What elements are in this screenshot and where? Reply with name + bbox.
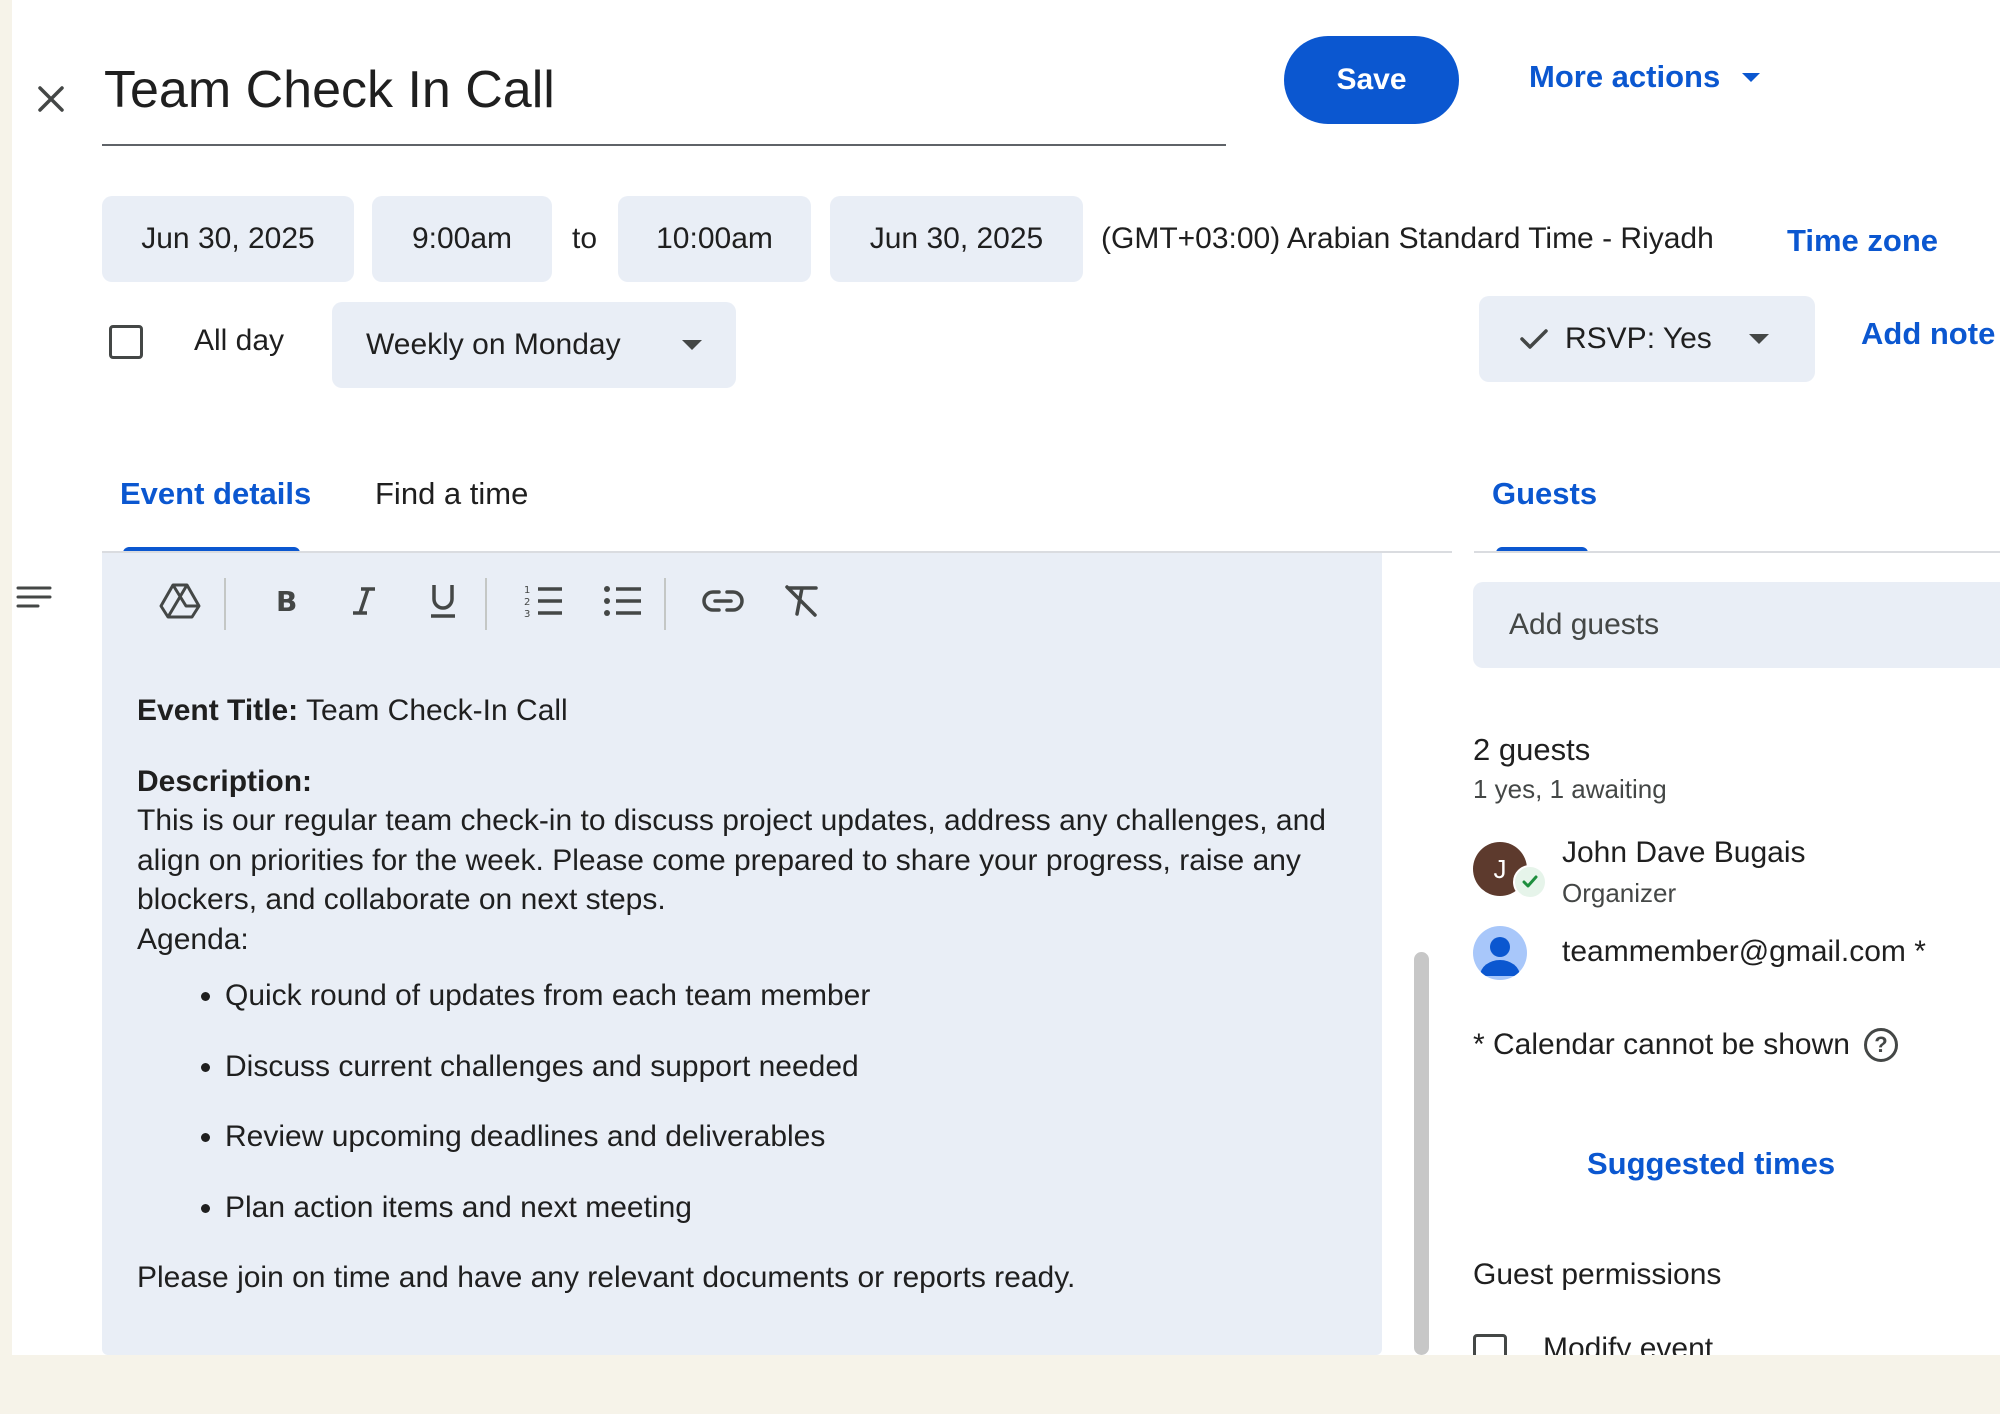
tab-find-a-time[interactable]: Find a time bbox=[375, 476, 528, 512]
calendar-note-text: * Calendar cannot be shown bbox=[1473, 1028, 1850, 1061]
end-time-picker[interactable]: 10:00am bbox=[618, 196, 811, 282]
dropdown-caret-icon bbox=[1742, 72, 1761, 82]
calendar-note: * Calendar cannot be shown ? bbox=[1473, 1028, 1898, 1062]
event-editor-panel: Team Check In Call Save More actions Jun… bbox=[12, 0, 2000, 1355]
guest-role: Organizer bbox=[1562, 878, 1677, 908]
guest-response-summary: 1 yes, 1 awaiting bbox=[1473, 774, 1667, 804]
guest-count: 2 guests bbox=[1473, 732, 1591, 767]
event-title-input[interactable]: Team Check In Call bbox=[102, 48, 1226, 132]
add-guests-input[interactable]: Add guests bbox=[1473, 582, 2000, 668]
list-item: Quick round of updates from each team me… bbox=[225, 976, 1367, 1016]
help-icon[interactable]: ? bbox=[1863, 1028, 1898, 1062]
all-day-label: All day bbox=[194, 324, 285, 357]
add-note-link[interactable]: Add note bbox=[1861, 316, 1995, 352]
bold-button[interactable]: B bbox=[255, 571, 315, 631]
guest-name[interactable]: John Dave Bugais bbox=[1562, 836, 1806, 870]
italic-icon bbox=[353, 587, 375, 615]
close-icon bbox=[38, 86, 64, 112]
bulleted-list-button[interactable] bbox=[593, 571, 653, 631]
guest-email[interactable]: teammember@gmail.com * bbox=[1562, 935, 1926, 969]
description-paragraph: This is our regular team check-in to dis… bbox=[137, 804, 1326, 916]
list-item: Discuss current challenges and support n… bbox=[225, 1047, 1367, 1087]
link-button[interactable] bbox=[693, 571, 753, 631]
modify-event-checkbox[interactable] bbox=[1473, 1334, 1507, 1355]
recurrence-value: Weekly on Monday bbox=[366, 328, 621, 361]
time-zone-link[interactable]: Time zone bbox=[1787, 198, 1938, 284]
link-icon bbox=[702, 590, 744, 612]
event-title-label: Event Title: bbox=[137, 694, 299, 727]
start-date-picker[interactable]: Jun 30, 2025 bbox=[102, 196, 354, 282]
italic-button[interactable] bbox=[334, 571, 394, 631]
svg-text:1: 1 bbox=[524, 585, 530, 596]
event-title-field[interactable]: Team Check In Call bbox=[102, 48, 1226, 146]
toolbar-divider bbox=[664, 578, 666, 630]
toolbar-divider bbox=[224, 578, 226, 630]
to-label: to bbox=[572, 222, 598, 255]
save-button[interactable]: Save bbox=[1284, 36, 1459, 124]
end-date-picker[interactable]: Jun 30, 2025 bbox=[830, 196, 1083, 282]
agenda-list: Quick round of updates from each team me… bbox=[137, 976, 1367, 1227]
scrollbar-thumb[interactable] bbox=[1414, 952, 1429, 1355]
rsvp-value: RSVP: Yes bbox=[1565, 322, 1712, 355]
underline-icon bbox=[431, 585, 455, 618]
tab-event-details[interactable]: Event details bbox=[120, 476, 311, 512]
chevron-down-icon bbox=[1749, 334, 1769, 344]
rsvp-dropdown[interactable]: RSVP: Yes bbox=[1479, 296, 1815, 382]
recurrence-dropdown[interactable]: Weekly on Monday bbox=[332, 302, 736, 388]
drive-button[interactable] bbox=[150, 571, 210, 631]
numbered-list-button[interactable]: 1 2 3 bbox=[514, 571, 574, 631]
description-editor[interactable]: B 1 2 3 Event Title: Team Check-In Call … bbox=[102, 553, 1382, 1355]
svg-text:2: 2 bbox=[524, 597, 530, 608]
modify-event-label: Modify event bbox=[1543, 1332, 1714, 1355]
clear-formatting-button[interactable] bbox=[772, 571, 832, 631]
description-content[interactable]: Event Title: Team Check-In Call Descript… bbox=[137, 691, 1367, 1298]
clear-formatting-icon bbox=[785, 585, 818, 617]
closing-text: Please join on time and have any relevan… bbox=[137, 1261, 1076, 1294]
start-time-picker[interactable]: 9:00am bbox=[372, 196, 552, 282]
list-item: Review upcoming deadlines and deliverabl… bbox=[225, 1117, 1367, 1157]
underline-button[interactable] bbox=[413, 571, 473, 631]
close-button[interactable] bbox=[20, 68, 82, 130]
event-title-line: Event Title: Team Check-In Call bbox=[137, 691, 1367, 731]
tab-guests[interactable]: Guests bbox=[1492, 476, 1597, 512]
all-day-checkbox[interactable] bbox=[109, 325, 143, 359]
bold-icon: B bbox=[276, 585, 297, 618]
numbered-list-icon: 1 2 3 bbox=[524, 585, 562, 619]
suggested-times-button[interactable]: Suggested times bbox=[1587, 1146, 1835, 1182]
chevron-down-icon bbox=[682, 340, 702, 350]
more-actions-button[interactable]: More actions bbox=[1529, 50, 1761, 104]
description-heading-line: Description: bbox=[137, 762, 1367, 802]
timezone-text: (GMT+03:00) Arabian Standard Time - Riya… bbox=[1101, 222, 1714, 255]
event-title-value: Team Check-In Call bbox=[305, 694, 568, 727]
avatar bbox=[1473, 926, 1527, 980]
list-item: Plan action items and next meeting bbox=[225, 1188, 1367, 1228]
svg-text:3: 3 bbox=[524, 609, 530, 619]
bulleted-list-icon bbox=[604, 586, 641, 616]
checkmark-icon bbox=[1520, 329, 1548, 349]
description-heading: Description: bbox=[137, 764, 313, 798]
google-drive-icon bbox=[159, 583, 201, 619]
agenda-label: Agenda: bbox=[137, 922, 249, 956]
toolbar-divider bbox=[485, 578, 487, 630]
guests-divider bbox=[1474, 551, 2000, 553]
accepted-badge bbox=[1513, 865, 1547, 899]
svg-text:B: B bbox=[276, 585, 297, 618]
more-actions-label: More actions bbox=[1529, 59, 1721, 94]
checkmark-icon bbox=[1522, 875, 1538, 888]
person-icon bbox=[1480, 937, 1520, 976]
description-icon bbox=[16, 586, 52, 608]
guest-permissions-title: Guest permissions bbox=[1473, 1258, 1722, 1291]
